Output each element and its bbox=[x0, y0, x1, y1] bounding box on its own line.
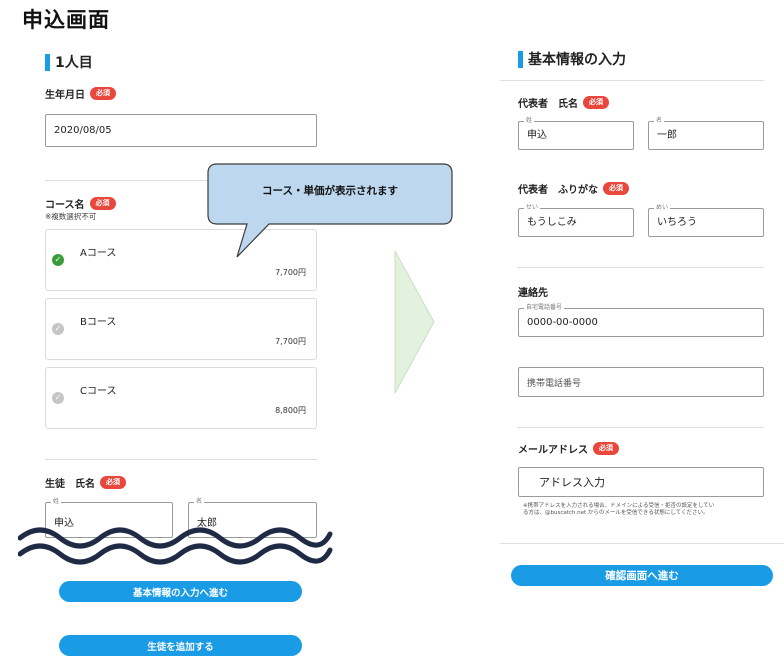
course-label-text: コース名 bbox=[45, 200, 85, 211]
birthdate-label: 生年月日 必須 bbox=[45, 86, 116, 101]
page-title: 申込画面 bbox=[22, 8, 110, 32]
divider bbox=[45, 459, 317, 460]
rep-name-label-text: 代表者 氏名 bbox=[518, 99, 578, 110]
required-badge: 必須 bbox=[89, 197, 116, 210]
student-name-label: 生徒 氏名 必須 bbox=[45, 475, 126, 490]
rep-kana-label-text: 代表者 ふりがな bbox=[518, 185, 598, 196]
student-name-label-text: 生徒 氏名 bbox=[45, 479, 95, 490]
check-circle-icon: ✓ bbox=[52, 392, 64, 404]
contact-label: 連絡先 bbox=[518, 284, 548, 299]
rep-kana-first-value: いちろう bbox=[657, 217, 697, 228]
arrow-right-icon bbox=[394, 250, 435, 394]
birthdate-input[interactable]: 2020/08/05 bbox=[45, 114, 317, 147]
divider bbox=[500, 80, 764, 81]
rep-kana-last-value: もうしこみ bbox=[527, 217, 577, 228]
course-name: Cコース bbox=[80, 386, 117, 397]
course-price: 7,700円 bbox=[275, 337, 306, 346]
mobile-phone-input[interactable]: 携帯電話番号 bbox=[518, 367, 764, 397]
required-badge: 必須 bbox=[593, 442, 619, 455]
field-floating-label: 自宅電話番号 bbox=[524, 304, 565, 312]
course-name: Aコース bbox=[80, 248, 117, 259]
section-title: 1人目 bbox=[55, 55, 93, 71]
rep-first-name-input[interactable]: 名 一郎 bbox=[648, 117, 764, 150]
section-heading-first-person: 1人目 bbox=[45, 52, 93, 72]
field-floating-label: めい bbox=[654, 204, 671, 212]
course-option-b[interactable]: ✓ Bコース 7,700円 bbox=[45, 298, 317, 360]
section-title: 基本情報の入力 bbox=[528, 52, 626, 68]
email-value: アドレス入力 bbox=[539, 476, 605, 489]
mobile-phone-placeholder: 携帯電話番号 bbox=[527, 378, 582, 389]
rep-last-name-value: 申込 bbox=[527, 130, 547, 141]
divider bbox=[500, 543, 784, 544]
rep-first-name-value: 一郎 bbox=[657, 130, 677, 141]
rep-kana-first-input[interactable]: めい いちろう bbox=[648, 204, 764, 237]
rep-kana-label: 代表者 ふりがな 必須 bbox=[518, 181, 629, 196]
rep-kana-last-input[interactable]: せい もうしこみ bbox=[518, 204, 634, 237]
section-accent-bar bbox=[518, 50, 523, 68]
divider bbox=[518, 427, 764, 428]
course-option-c[interactable]: ✓ Cコース 8,800円 bbox=[45, 367, 317, 429]
divider bbox=[518, 267, 764, 268]
birthdate-value: 2020/08/05 bbox=[54, 125, 112, 136]
confirm-button[interactable]: 確認画面へ進む bbox=[511, 565, 773, 586]
callout-text: コース・単価が表示されます bbox=[262, 185, 398, 197]
field-floating-label: せい bbox=[524, 204, 541, 212]
email-label: メールアドレス 必須 bbox=[518, 441, 619, 456]
callout-shape bbox=[207, 163, 453, 258]
course-name: Bコース bbox=[80, 317, 117, 328]
course-price: 8,800円 bbox=[275, 406, 306, 415]
home-phone-input[interactable]: 自宅電話番号 0000-00-0000 bbox=[518, 304, 764, 337]
required-badge: 必須 bbox=[100, 476, 126, 489]
next-basic-info-button[interactable]: 基本情報の入力へ進む bbox=[59, 581, 302, 602]
callout-bubble: コース・単価が表示されます bbox=[207, 163, 453, 258]
check-circle-icon: ✓ bbox=[52, 254, 64, 266]
add-student-button[interactable]: 生徒を追加する bbox=[59, 635, 302, 656]
field-floating-label: 姓 bbox=[51, 498, 62, 506]
field-floating-label: 姓 bbox=[524, 117, 535, 125]
wave-cut-icon bbox=[18, 527, 333, 565]
email-label-text: メールアドレス bbox=[518, 445, 588, 456]
required-badge: 必須 bbox=[603, 182, 629, 195]
section-accent-bar bbox=[45, 53, 50, 71]
section-heading-basic-info: 基本情報の入力 bbox=[518, 49, 626, 69]
course-note: ※複数選択不可 bbox=[45, 212, 97, 221]
field-floating-label: 名 bbox=[654, 117, 665, 125]
contact-label-text: 連絡先 bbox=[518, 288, 548, 299]
course-label: コース名 必須 bbox=[45, 196, 116, 211]
required-badge: 必須 bbox=[90, 87, 116, 100]
required-badge: 必須 bbox=[583, 96, 609, 109]
email-note-line: る方は、@buscatch.net からのメールを受信できる状態にしてください。 bbox=[523, 510, 709, 516]
rep-last-name-input[interactable]: 姓 申込 bbox=[518, 117, 634, 150]
course-price: 7,700円 bbox=[275, 268, 306, 277]
email-note-line: ※携帯アドレスを入力される場合、ドメインによる受信・拒否の設定をしてい bbox=[523, 503, 715, 509]
check-circle-icon: ✓ bbox=[52, 323, 64, 335]
birthdate-label-text: 生年月日 bbox=[45, 90, 85, 101]
rep-name-label: 代表者 氏名 必須 bbox=[518, 95, 609, 110]
email-input[interactable]: アドレス入力 bbox=[518, 467, 764, 497]
home-phone-value: 0000-00-0000 bbox=[527, 317, 598, 328]
field-floating-label: 名 bbox=[194, 498, 205, 506]
email-note: ※携帯アドレスを入力される場合、ドメインによる受信・拒否の設定をしてい る方は、… bbox=[523, 503, 767, 517]
